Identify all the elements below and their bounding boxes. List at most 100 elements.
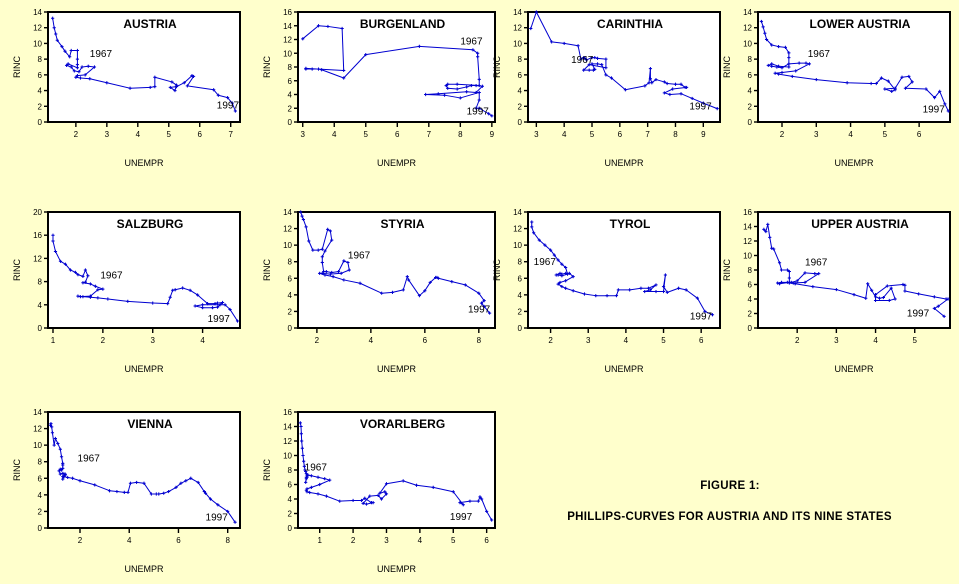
y-tick-label: 6 xyxy=(288,481,293,490)
y-tick-label: 16 xyxy=(283,408,292,417)
chart-panel-tyrol: 0 2 4 6 8 10 12 14 2 3 4 5 6 TYROL 1967 1997 RINC UNEMPR xyxy=(488,204,728,380)
y-axis: 0 2 4 6 8 10 12 14 xyxy=(513,8,528,127)
chart-panel-salzburg: 0 4 8 12 16 20 1 2 3 4 SALZBURG 1967 1997 RINC UNEMPR xyxy=(8,204,248,380)
y-tick-label: 8 xyxy=(288,466,293,475)
x-tick-label: 8 xyxy=(477,336,482,345)
y-tick-label: 6 xyxy=(288,274,293,283)
start-year-label: 1967 xyxy=(100,271,123,282)
start-year-label: 1967 xyxy=(460,36,483,47)
x-tick-label: 5 xyxy=(661,336,666,345)
x-tick-label: 6 xyxy=(699,336,704,345)
x-tick-label: 3 xyxy=(384,536,389,545)
x-tick-label: 4 xyxy=(127,536,132,545)
x-tick-label: 2 xyxy=(780,130,785,139)
x-tick-label: 3 xyxy=(814,130,819,139)
x-tick-label: 2 xyxy=(795,336,800,345)
x-tick-label: 6 xyxy=(484,536,489,545)
x-axis-title: UNEMPR xyxy=(124,158,164,168)
phillips-curve-plot-lower-austria: 0 2 4 6 8 10 12 14 2 3 4 5 6 LOWER AUSTRIA 1967 1997 RIN… xyxy=(722,8,951,168)
x-tick-label: 9 xyxy=(701,130,706,139)
y-tick-label: 14 xyxy=(33,8,42,17)
figure-panel-grid: 0 2 4 6 8 10 12 14 2 3 4 5 6 7 AUSTRIA 1967 1997 RINC UNEM… xyxy=(0,0,959,584)
x-axis-title: UNEMPR xyxy=(377,364,417,374)
panel-title: LOWER AUSTRIA xyxy=(810,17,911,31)
y-tick-label: 8 xyxy=(518,55,523,64)
figure-caption-text: PHILLIPS-CURVES FOR AUSTRIA AND ITS NINE… xyxy=(567,511,892,523)
x-tick-label: 7 xyxy=(645,130,650,139)
x-axis: 2 3 4 5 6 7 xyxy=(74,122,233,139)
y-tick-label: 4 xyxy=(288,291,293,300)
y-tick-label: 10 xyxy=(513,39,522,48)
y-tick-label: 8 xyxy=(748,266,753,275)
chart-panel-vienna: 0 2 4 6 8 10 12 14 2 4 6 8 VIENNA 1967 1997 RINC UNEMPR xyxy=(8,404,248,580)
y-tick-label: 20 xyxy=(33,208,42,217)
x-axis-title: UNEMPR xyxy=(834,364,874,374)
y-tick-label: 12 xyxy=(743,24,752,33)
y-tick-label: 10 xyxy=(283,49,292,58)
start-year-label: 1967 xyxy=(808,49,831,60)
y-tick-label: 10 xyxy=(33,39,42,48)
panel-title: CARINTHIA xyxy=(597,17,663,31)
y-tick-label: 2 xyxy=(38,102,43,111)
y-axis-title: RINC xyxy=(262,56,272,78)
start-year-label: 1967 xyxy=(305,463,328,474)
x-tick-label: 7 xyxy=(228,130,233,139)
end-year-label: 1997 xyxy=(467,106,490,117)
start-year-label: 1967 xyxy=(78,454,101,465)
end-year-label: 1997 xyxy=(923,105,946,116)
y-tick-label: 0 xyxy=(748,324,753,333)
y-tick-label: 8 xyxy=(38,278,43,287)
y-tick-label: 2 xyxy=(288,104,293,113)
end-year-label: 1997 xyxy=(208,314,231,325)
x-tick-label: 4 xyxy=(332,130,337,139)
y-tick-label: 10 xyxy=(283,452,292,461)
y-tick-label: 6 xyxy=(518,274,523,283)
y-tick-label: 2 xyxy=(288,510,293,519)
y-tick-label: 8 xyxy=(288,63,293,72)
y-tick-label: 4 xyxy=(748,87,753,96)
y-tick-label: 6 xyxy=(38,71,43,80)
y-tick-label: 12 xyxy=(283,36,292,45)
x-tick-label: 6 xyxy=(198,130,203,139)
y-tick-label: 8 xyxy=(38,458,43,467)
y-tick-label: 2 xyxy=(518,102,523,111)
chart-panel-austria: 0 2 4 6 8 10 12 14 2 3 4 5 6 7 AUSTRIA 1967 1997 RINC UNEM… xyxy=(8,4,248,174)
y-axis-title: RINC xyxy=(722,259,732,281)
phillips-curve-plot-tyrol: 0 2 4 6 8 10 12 14 2 3 4 5 6 TYROL 1967 1997 RINC UNEMPR xyxy=(492,208,721,374)
phillips-curve-plot-upper-austria: 0 2 4 6 8 10 12 14 16 2 3 4 5 UPPER AUSTRIA 1967 1997 RI… xyxy=(722,208,951,374)
y-tick-label: 0 xyxy=(288,324,293,333)
x-axis: 1 2 3 4 xyxy=(51,328,205,345)
y-axis-title: RINC xyxy=(12,259,22,281)
y-axis: 0 2 4 6 8 10 12 14 xyxy=(33,408,48,533)
y-tick-label: 0 xyxy=(288,524,293,533)
x-tick-label: 8 xyxy=(458,130,463,139)
phillips-curve-plot-salzburg: 0481216201 2 3 4SALZBURG19671997RINCUNEMPR xyxy=(12,208,241,374)
y-tick-label: 14 xyxy=(283,208,292,217)
x-tick-label: 3 xyxy=(834,336,839,345)
y-tick-label: 14 xyxy=(513,208,522,217)
y-tick-label: 8 xyxy=(748,55,753,64)
y-tick-label: 10 xyxy=(283,241,292,250)
x-tick-label: 5 xyxy=(364,130,369,139)
y-tick-label: 4 xyxy=(288,91,293,100)
y-tick-label: 4 xyxy=(38,87,43,96)
phillips-curve-plot-burgenland: 02468101214163 4 5 6 7 8 9BURGENLAND19671997RI… xyxy=(262,8,496,168)
x-tick-label: 8 xyxy=(673,130,678,139)
x-tick-label: 3 xyxy=(151,336,156,345)
x-tick-label: 4 xyxy=(200,336,205,345)
y-tick-label: 14 xyxy=(743,8,752,17)
y-tick-label: 6 xyxy=(748,71,753,80)
y-axis: 0 2 4 6 8 10 12 14 xyxy=(33,8,48,127)
start-year-label: 1967 xyxy=(348,250,371,261)
y-axis: 0 2 4 6 8 10 12 14 16 xyxy=(743,208,758,333)
phillips-curve-plot-styria: 024681012142 4 6 8STYRIA19671997RINCUNEMPR xyxy=(262,208,496,374)
x-tick-label: 2 xyxy=(548,336,553,345)
panel-title: VORARLBERG xyxy=(360,417,445,431)
y-tick-label: 14 xyxy=(283,22,292,31)
y-tick-label: 4 xyxy=(518,87,523,96)
x-tick-label: 4 xyxy=(369,336,374,345)
y-tick-label: 0 xyxy=(288,118,293,127)
x-tick-label: 4 xyxy=(848,130,853,139)
y-tick-label: 2 xyxy=(748,310,753,319)
y-tick-label: 14 xyxy=(33,408,42,417)
